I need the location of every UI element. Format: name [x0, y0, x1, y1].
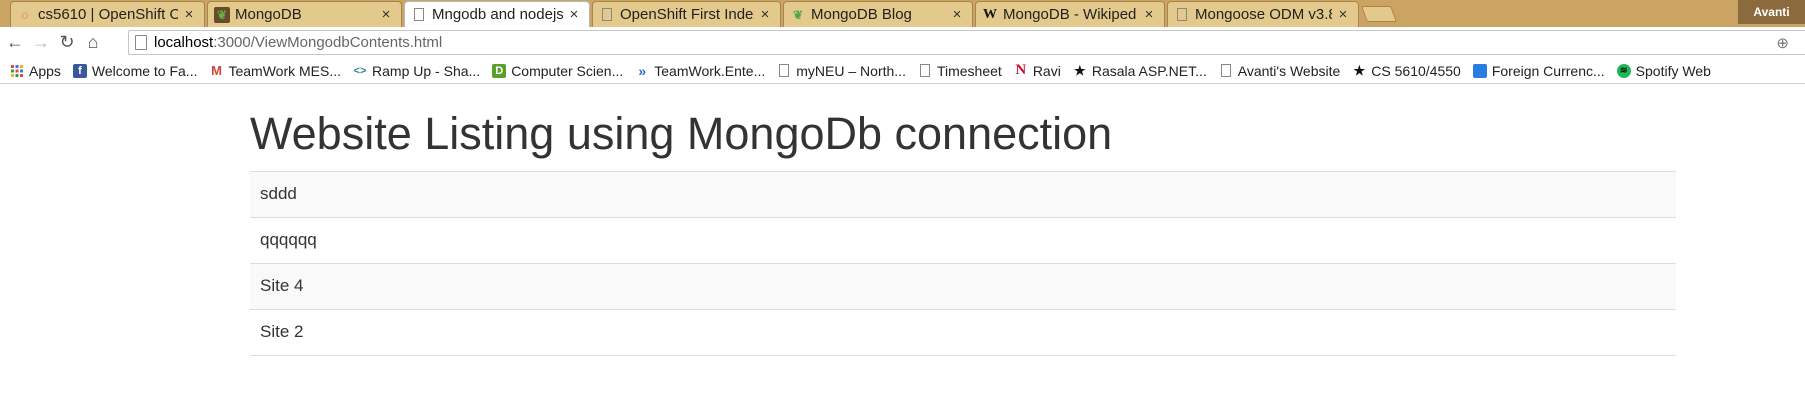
bookmark-label: Ramp Up - Sha...: [372, 62, 481, 79]
bookmark-label: Avanti's Website: [1237, 62, 1341, 79]
url-path: :3000/ViewMongodbContents.html: [213, 34, 443, 51]
url-host: localhost: [154, 34, 214, 51]
close-icon[interactable]: ×: [379, 6, 393, 23]
bookmark-cs5610[interactable]: ★ CS 5610/4550: [1352, 62, 1461, 79]
facebook-icon: f: [72, 63, 87, 78]
spotify-icon: ≋: [1616, 63, 1631, 78]
tab-mongoose-odm[interactable]: Mongoose ODM v3.8 ×: [1167, 1, 1359, 27]
bookmark-timesheet[interactable]: Timesheet: [918, 63, 1002, 79]
star-icon: ★: [1353, 62, 1366, 78]
blue-square-icon: [1472, 63, 1487, 78]
netflix-icon: N: [1015, 62, 1027, 78]
list-item: Site 2: [250, 309, 1676, 356]
tab-mongodb-blog[interactable]: ❦ MongoDB Blog ×: [783, 1, 973, 27]
bookmark-foreign-currency[interactable]: Foreign Currenc...: [1472, 62, 1605, 79]
bookmark-label: Rasala ASP.NET...: [1091, 62, 1207, 79]
page-icon: [135, 35, 147, 50]
bookmark-label: TeamWork MES...: [228, 62, 342, 79]
bookmark-computer-science[interactable]: D Computer Scien...: [492, 63, 623, 79]
bookmark-facebook[interactable]: f Welcome to Fa...: [72, 62, 198, 79]
bookmark-label: Timesheet: [936, 62, 1002, 79]
tab-strip: ◌ cs5610 | OpenShift O × ❦ MongoDB × Mng…: [0, 0, 1805, 27]
bookmark-label: myNEU – North...: [796, 62, 906, 79]
apps-grid-icon: [10, 64, 24, 78]
bookmark-apps[interactable]: Apps: [10, 63, 61, 79]
close-icon[interactable]: ×: [950, 6, 964, 23]
bookmark-myneu[interactable]: myNEU – North...: [777, 63, 906, 79]
close-icon[interactable]: ×: [567, 6, 581, 23]
bookmark-label: CS 5610/4550: [1371, 62, 1461, 79]
website-list: sddd qqqqqq Site 4 Site 2: [250, 170, 1676, 356]
address-bar[interactable]: localhost:3000/ViewMongodbContents.html …: [128, 30, 1805, 55]
forward-icon[interactable]: →: [30, 32, 52, 54]
zoom-icon[interactable]: ⊕: [1776, 34, 1789, 52]
bookmark-label: TeamWork.Ente...: [654, 62, 766, 79]
openshift-icon: ◌: [21, 7, 29, 22]
bookmarks-bar: Apps f Welcome to Fa... M TeamWork MES..…: [0, 58, 1805, 84]
tab-mongodb[interactable]: ❦ MongoDB ×: [207, 1, 402, 27]
tab-title: MongoDB - Wikiped: [1003, 6, 1137, 23]
close-icon[interactable]: ×: [1142, 6, 1156, 23]
tab-title: OpenShift First Index: [620, 6, 754, 23]
bookmark-label: Apps: [29, 62, 61, 79]
page-icon: [599, 7, 615, 23]
list-item: Site 4: [250, 263, 1676, 310]
bookmark-label: Ravi: [1032, 62, 1061, 79]
reload-icon[interactable]: ↻: [56, 32, 78, 54]
d-icon: D: [492, 63, 507, 78]
bookmark-label: Spotify Web: [1635, 62, 1711, 79]
list-item: sddd: [250, 171, 1676, 218]
tab-openshift-first-index[interactable]: OpenShift First Index ×: [592, 1, 781, 27]
page-icon: [777, 64, 791, 78]
mongodb-leaf-icon: ❦: [792, 7, 804, 22]
bookmark-label: Computer Scien...: [511, 62, 624, 79]
mongodb-leaf-icon: ❦: [214, 6, 230, 23]
back-icon[interactable]: ←: [4, 32, 26, 54]
star-icon: ★: [1074, 62, 1086, 78]
tab-title: MongoDB: [235, 6, 302, 23]
profile-button[interactable]: Avanti: [1738, 0, 1805, 24]
tab-mongodb-wikipedia[interactable]: W MongoDB - Wikiped ×: [975, 1, 1165, 27]
new-tab-button[interactable]: [1361, 6, 1397, 22]
tab-mngodb-nodejs[interactable]: Mngodb and nodejs ×: [404, 1, 590, 27]
tab-title: cs5610 | OpenShift O: [38, 6, 178, 23]
code-icon: <>: [353, 64, 367, 77]
close-icon[interactable]: ×: [1336, 6, 1350, 23]
page-icon: [1174, 7, 1190, 23]
page-icon: [1219, 64, 1233, 78]
bookmark-label: Foreign Currenc...: [1491, 62, 1605, 79]
page-icon: [411, 7, 427, 23]
bookmark-spotify[interactable]: ≋ Spotify Web: [1616, 62, 1711, 79]
tab-title: Mongoose ODM v3.8: [1195, 6, 1332, 23]
chevrons-icon: »: [638, 62, 647, 79]
gmail-icon: M: [211, 63, 222, 78]
page-title: Website Listing using MongoDb connection: [250, 108, 1113, 159]
bookmark-label: Welcome to Fa...: [91, 62, 198, 79]
home-icon[interactable]: ⌂: [82, 32, 104, 54]
page-content: Website Listing using MongoDb connection…: [250, 85, 1676, 356]
tab-openshift[interactable]: ◌ cs5610 | OpenShift O ×: [10, 1, 205, 27]
browser-toolbar: ← → ↻ ⌂ localhost:3000/ViewMongodbConten…: [0, 27, 1805, 58]
wikipedia-icon: W: [983, 6, 997, 22]
page-icon: [918, 64, 932, 78]
tab-title: Mngodb and nodejs: [432, 6, 563, 23]
bookmark-teamwork-mes[interactable]: M TeamWork MES...: [209, 63, 341, 79]
bookmark-ravi[interactable]: N Ravi: [1014, 62, 1061, 79]
bookmark-teamwork-ente[interactable]: » TeamWork.Ente...: [635, 63, 765, 79]
close-icon[interactable]: ×: [182, 6, 196, 23]
bookmark-ramp-up[interactable]: <> Ramp Up - Sha...: [353, 62, 481, 79]
list-item: qqqqqq: [250, 217, 1676, 264]
bookmark-avantis-website[interactable]: Avanti's Website: [1219, 62, 1341, 79]
bookmark-rasala-aspnet[interactable]: ★ Rasala ASP.NET...: [1073, 63, 1207, 79]
tab-title: MongoDB Blog: [811, 6, 912, 23]
close-icon[interactable]: ×: [758, 6, 772, 23]
